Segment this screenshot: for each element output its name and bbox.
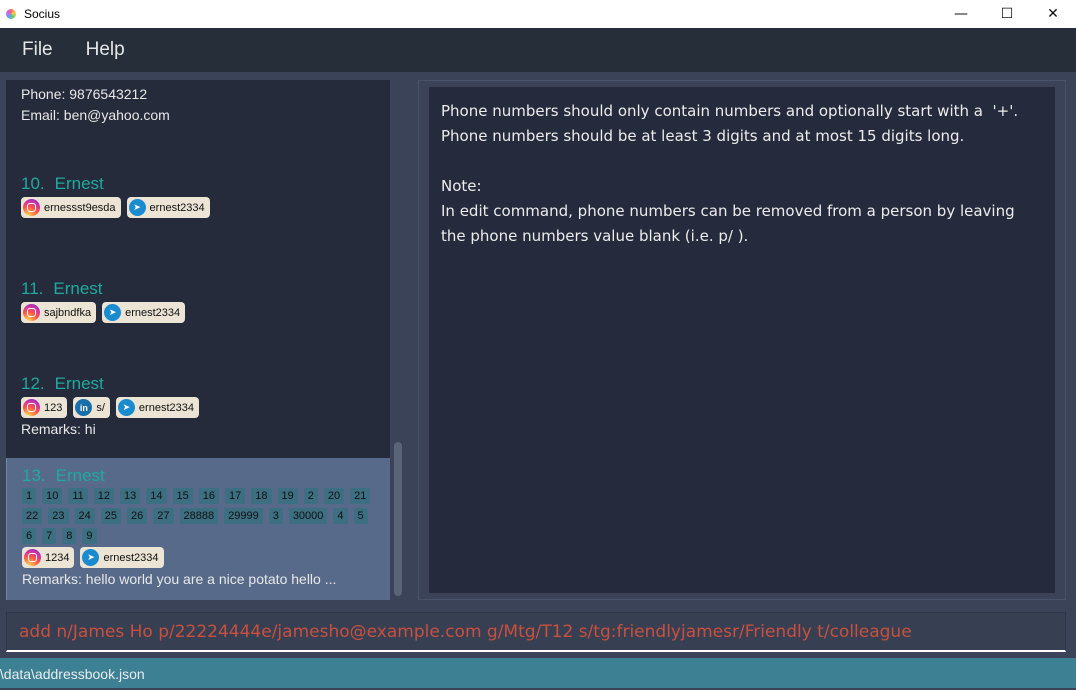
- tag: 18: [251, 488, 272, 504]
- person-name-text: Ernest: [53, 279, 103, 298]
- telegram-badge: ➤ ernest2334: [102, 302, 186, 323]
- command-box[interactable]: [6, 612, 1066, 652]
- telegram-handle: ernest2334: [138, 401, 194, 414]
- tag: 19: [277, 488, 298, 504]
- telegram-badge: ➤ ernest2334: [126, 197, 210, 218]
- tag: 8: [62, 528, 77, 544]
- tag: 3: [268, 508, 283, 524]
- person-name: 12. Ernest: [21, 374, 390, 394]
- instagram-icon: [24, 549, 41, 566]
- linkedin-icon: in: [75, 399, 93, 416]
- scrollbar-thumb[interactable]: [394, 442, 402, 596]
- instagram-icon: [23, 304, 40, 321]
- person-name-text: Ernest: [55, 466, 105, 485]
- telegram-icon: ➤: [117, 399, 135, 416]
- instagram-handle: 123: [44, 401, 63, 414]
- person-name-text: Ernest: [54, 374, 104, 393]
- instagram-icon: [23, 399, 40, 416]
- telegram-icon: ➤: [104, 304, 122, 321]
- tag: 11: [68, 488, 88, 504]
- telegram-handle: ernest2334: [103, 551, 159, 564]
- person-index: 10.: [21, 174, 45, 193]
- title-bar: Socius — ☐ ✕: [0, 0, 1076, 28]
- tag: 9: [82, 528, 97, 544]
- tag: 24: [74, 508, 95, 524]
- tag: 13: [120, 488, 141, 504]
- tag: 22: [22, 508, 43, 524]
- tag: 25: [100, 508, 121, 524]
- person-list: Phone: 9876543212 Email: ben@yahoo.com 1…: [6, 80, 390, 600]
- result-display: Phone numbers should only contain number…: [429, 87, 1055, 593]
- telegram-handle: ernest2334: [125, 306, 181, 319]
- instagram-icon: [23, 199, 40, 216]
- instagram-badge: sajbndfka: [21, 302, 97, 323]
- person-card[interactable]: Phone: 9876543212 Email: ben@yahoo.com: [6, 84, 390, 126]
- command-input[interactable]: [7, 613, 1065, 650]
- telegram-icon: ➤: [128, 199, 146, 216]
- menu-file[interactable]: File: [22, 39, 53, 61]
- tag: 29999: [224, 508, 263, 524]
- instagram-handle: 1234: [45, 551, 70, 564]
- tag: 6: [22, 528, 37, 544]
- menu-bar: File Help: [0, 28, 1076, 72]
- instagram-badge: ernessst9esda: [21, 197, 121, 218]
- person-name: 10. Ernest: [21, 174, 390, 194]
- person-name: 13. Ernest: [22, 466, 390, 486]
- tag: 20: [323, 488, 345, 504]
- tag: 5: [353, 508, 368, 524]
- status-bar: .\data\addressbook.json: [0, 658, 1076, 688]
- person-card-selected[interactable]: 13. Ernest 1 10 11 12 13 14 15 16 17 18 19 2 20 21 22 23…: [6, 458, 390, 600]
- telegram-badge: ➤ ernest2334: [80, 547, 164, 568]
- telegram-badge: ➤ ernest2334: [115, 397, 199, 418]
- tag-list: 1 10 11 12 13 14 15 16 17 18 19 2 20 21 22 23 24 25 26 27 28…: [22, 488, 372, 544]
- telegram-handle: ernest2334: [149, 201, 205, 214]
- tag: 21: [350, 488, 371, 504]
- person-index: 13.: [22, 466, 46, 485]
- tag: 10: [42, 488, 63, 504]
- phone-text: Phone: 9876543212: [21, 86, 148, 102]
- person-name: 11. Ernest: [21, 279, 390, 299]
- remarks-text: Remarks: hello world you are a nice pota…: [22, 571, 337, 587]
- tag: 2: [303, 488, 318, 504]
- telegram-icon: ➤: [82, 549, 100, 566]
- person-card[interactable]: 11. Ernest sajbndfka ➤ ernest2334: [6, 279, 390, 326]
- person-card[interactable]: 12. Ernest 123 in s/ ➤ ernest2334 Remarks: …: [6, 374, 390, 437]
- close-button[interactable]: ✕: [1030, 0, 1076, 28]
- instagram-badge: 1234: [22, 547, 75, 568]
- tag: 28888: [179, 508, 219, 524]
- person-name-text: Ernest: [54, 174, 104, 193]
- tag: 7: [42, 528, 57, 544]
- tag: 16: [198, 488, 220, 504]
- tag: 23: [48, 508, 69, 524]
- email-text: Email: ben@yahoo.com: [21, 107, 170, 123]
- tag: 15: [172, 488, 193, 504]
- tag: 14: [146, 488, 167, 504]
- list-scrollbar[interactable]: [392, 80, 404, 600]
- instagram-handle: ernessst9esda: [44, 201, 116, 214]
- person-index: 12.: [21, 374, 45, 393]
- tag: 4: [333, 508, 348, 524]
- maximize-button[interactable]: ☐: [984, 0, 1030, 28]
- remarks-text: Remarks: hi: [21, 421, 96, 437]
- window-title: Socius: [24, 7, 61, 21]
- tag: 26: [127, 508, 148, 524]
- tag: 1: [22, 488, 37, 504]
- linkedin-badge: in s/: [73, 397, 110, 418]
- tag: 17: [225, 488, 246, 504]
- person-index: 11.: [21, 279, 44, 298]
- instagram-handle: sajbndfka: [44, 306, 92, 319]
- instagram-badge: 123: [21, 397, 68, 418]
- linkedin-handle: s/: [96, 401, 105, 414]
- minimize-button[interactable]: —: [938, 0, 984, 28]
- tag: 30000: [288, 508, 328, 524]
- save-location: .\data\addressbook.json: [0, 666, 145, 682]
- result-panel: Phone numbers should only contain number…: [418, 80, 1066, 600]
- person-card[interactable]: 10. Ernest ernessst9esda ➤ ernest2334: [6, 174, 390, 221]
- tag: 27: [153, 508, 174, 524]
- tag: 12: [93, 488, 115, 504]
- app-icon: [6, 9, 16, 19]
- menu-help[interactable]: Help: [86, 39, 125, 61]
